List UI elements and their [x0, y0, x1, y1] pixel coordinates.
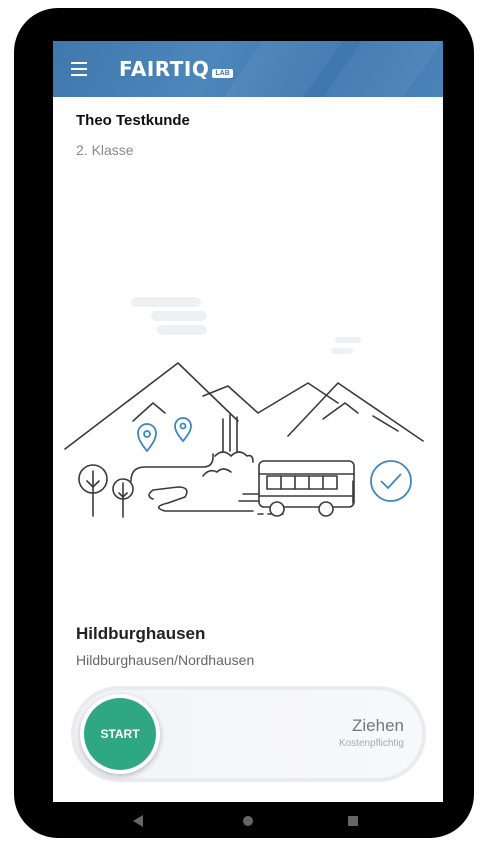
- android-nav-bar: [53, 802, 443, 838]
- appbar-decoration: [223, 41, 343, 97]
- travel-class: 2. Klasse: [76, 142, 134, 158]
- hamburger-menu-icon[interactable]: [69, 59, 91, 79]
- station-zone: Hildburghausen/Nordhausen: [76, 652, 255, 668]
- nav-home-icon[interactable]: [243, 816, 253, 826]
- app-bar: FAIRTIQ LAB: [53, 41, 443, 97]
- logo-lab-badge: LAB: [212, 68, 233, 78]
- check-in-slider[interactable]: START Ziehen Kostenpflichtig: [71, 686, 426, 782]
- travel-illustration: [64, 297, 424, 518]
- nav-back-icon[interactable]: [133, 815, 143, 827]
- station-name: Hildburghausen: [76, 624, 206, 643]
- start-button-label: START: [84, 698, 156, 770]
- logo-text: FAIRTIQ: [119, 57, 210, 81]
- slide-hint: Ziehen Kostenpflichtig: [339, 716, 404, 749]
- slide-hint-sublabel: Kostenpflichtig: [338, 738, 404, 749]
- appbar-decoration: [323, 41, 443, 97]
- fairtiq-logo: FAIRTIQ LAB: [119, 55, 233, 83]
- user-name: Theo Testkunde: [76, 112, 190, 129]
- nav-recent-apps-icon[interactable]: [348, 816, 358, 826]
- slide-hint-label: Ziehen: [352, 716, 404, 735]
- app-screen: FAIRTIQ LAB Theo Testkunde 2. Klasse Hil…: [53, 41, 443, 802]
- start-button[interactable]: START: [80, 694, 160, 774]
